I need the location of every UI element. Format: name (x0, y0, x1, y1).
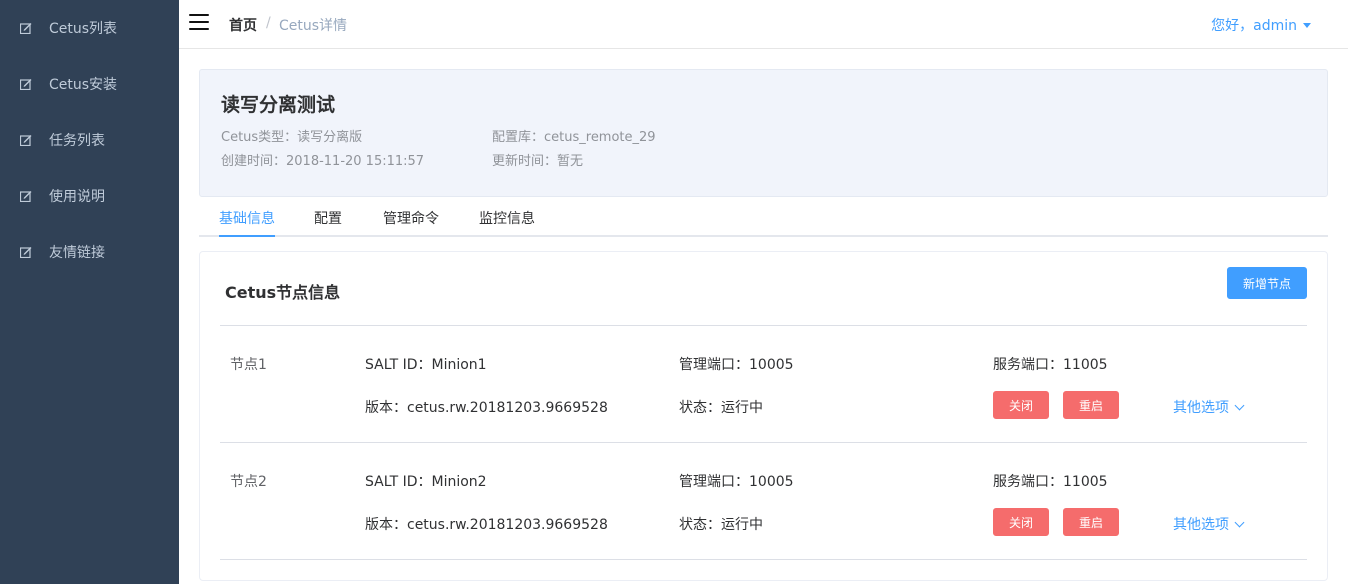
detail-tabs: 基础信息 配置 管理命令 监控信息 (199, 199, 1328, 237)
add-node-button[interactable]: 新增节点 (1227, 267, 1307, 299)
node-admin-port: 管理端口：10005 (679, 474, 794, 490)
node-admin-port: 管理端口：10005 (679, 357, 794, 373)
edit-icon (20, 79, 32, 90)
sidebar-item-label: Cetus安装 (49, 77, 118, 93)
sidebar-item-label: 友情链接 (49, 245, 105, 261)
created-time: 创建时间：2018-11-20 15:11:57 (221, 154, 425, 169)
more-options-dropdown[interactable]: 其他选项 (1173, 397, 1245, 417)
chevron-down-icon (1234, 400, 1245, 410)
edit-icon (20, 247, 32, 258)
sidebar-item-label: Cetus列表 (49, 21, 118, 37)
sidebar-item-label: 任务列表 (49, 133, 105, 149)
sidebar: Cetus列表 Cetus安装 任务列表 使用说明 友情链接 (0, 0, 179, 584)
node-salt-id: SALT ID：Minion1 (365, 357, 487, 373)
restart-node-button[interactable]: 重启 (1063, 391, 1119, 419)
config-db: 配置库：cetus_remote_29 (492, 130, 656, 145)
top-navbar: 首页 / Cetus详情 您好，admin (179, 0, 1348, 49)
hamburger-menu-icon[interactable] (189, 14, 209, 32)
updated-time: 更新时间：暂无 (492, 154, 584, 169)
nodes-card: Cetus节点信息 新增节点 节点1 SALT ID：Minion1 管理端口：… (199, 251, 1328, 581)
restart-node-button[interactable]: 重启 (1063, 508, 1119, 536)
tab-basic-info[interactable]: 基础信息 (219, 208, 275, 228)
cetus-type: Cetus类型：读写分离版 (221, 130, 363, 145)
page-title: 读写分离测试 (221, 94, 336, 116)
node-name: 节点2 (230, 474, 267, 490)
more-options-label: 其他选项 (1173, 400, 1229, 416)
user-greeting: 您好，admin (1211, 18, 1297, 34)
divider (220, 442, 1307, 443)
sidebar-item-cetus-install[interactable]: Cetus安装 (0, 56, 179, 112)
sidebar-item-usage-guide[interactable]: 使用说明 (0, 168, 179, 224)
active-tab-indicator (219, 235, 275, 237)
node-version: 版本：cetus.rw.20181203.9669528 (365, 400, 608, 416)
tab-monitoring[interactable]: 监控信息 (479, 208, 535, 228)
node-service-port: 服务端口：11005 (993, 357, 1108, 373)
user-dropdown[interactable]: 您好，admin (1211, 15, 1311, 35)
node-salt-id: SALT ID：Minion2 (365, 474, 487, 490)
sidebar-item-friend-links[interactable]: 友情链接 (0, 224, 179, 280)
close-node-button[interactable]: 关闭 (993, 508, 1049, 536)
sidebar-item-task-list[interactable]: 任务列表 (0, 112, 179, 168)
tab-config[interactable]: 配置 (314, 208, 342, 228)
node-version: 版本：cetus.rw.20181203.9669528 (365, 517, 608, 533)
divider (220, 325, 1307, 326)
close-node-button[interactable]: 关闭 (993, 391, 1049, 419)
edit-icon (20, 191, 32, 202)
breadcrumb-current: Cetus详情 (279, 18, 348, 34)
tab-admin-commands[interactable]: 管理命令 (383, 208, 439, 228)
chevron-down-icon (1234, 517, 1245, 527)
edit-icon (20, 23, 32, 34)
node-status: 状态：运行中 (679, 400, 763, 416)
breadcrumb-home[interactable]: 首页 (229, 15, 257, 35)
breadcrumb-separator: / (266, 15, 271, 31)
edit-icon (20, 135, 32, 146)
node-status: 状态：运行中 (679, 517, 763, 533)
caret-down-icon (1303, 22, 1311, 28)
sidebar-item-label: 使用说明 (49, 189, 105, 205)
divider (220, 559, 1307, 560)
sidebar-item-cetus-list[interactable]: Cetus列表 (0, 0, 179, 56)
more-options-dropdown[interactable]: 其他选项 (1173, 514, 1245, 534)
more-options-label: 其他选项 (1173, 517, 1229, 533)
cluster-info-panel: 读写分离测试 Cetus类型：读写分离版 配置库：cetus_remote_29… (199, 69, 1328, 197)
node-name: 节点1 (230, 357, 267, 373)
card-title: Cetus节点信息 (225, 283, 341, 302)
node-service-port: 服务端口：11005 (993, 474, 1108, 490)
